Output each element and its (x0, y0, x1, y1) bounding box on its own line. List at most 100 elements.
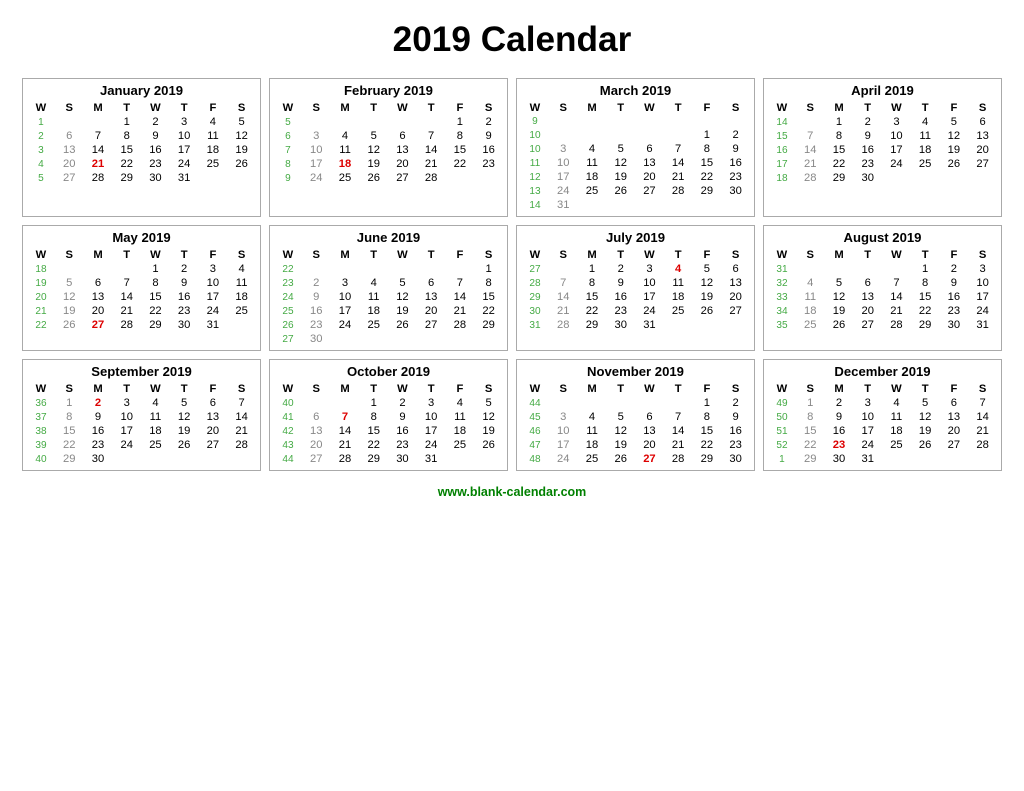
day-cell: 17 (417, 424, 446, 438)
day-cell: 28 (331, 452, 360, 466)
day-cell: 10 (549, 424, 578, 438)
day-cell: 2 (853, 115, 882, 129)
day-cell: 19 (359, 157, 388, 171)
week-number: 32 (768, 276, 796, 290)
day-cell: 22 (55, 438, 84, 452)
week-number: 14 (521, 198, 549, 212)
day-cell: 28 (664, 452, 693, 466)
day-cell: 3 (635, 262, 664, 276)
day-cell: 24 (331, 318, 360, 332)
day-header: T (911, 382, 940, 396)
day-cell: 6 (968, 115, 997, 129)
day-header: M (331, 101, 360, 115)
day-cell: 25 (578, 452, 607, 466)
day-cell: 27 (199, 438, 228, 452)
day-header: W (388, 382, 417, 396)
day-cell (549, 262, 578, 276)
day-cell: 26 (825, 318, 854, 332)
day-cell (911, 452, 940, 466)
day-cell: 12 (606, 424, 635, 438)
week-number: 1 (27, 115, 55, 129)
day-cell: 10 (549, 156, 578, 170)
day-header: S (55, 248, 84, 262)
day-cell: 17 (549, 170, 578, 184)
day-cell: 1 (55, 396, 84, 410)
day-cell: 9 (825, 410, 854, 424)
day-cell: 1 (693, 396, 722, 410)
day-cell: 22 (474, 304, 503, 318)
day-cell: 16 (940, 290, 969, 304)
day-cell (549, 128, 578, 142)
day-cell: 4 (227, 262, 256, 276)
day-cell: 1 (112, 115, 141, 129)
day-cell: 7 (549, 276, 578, 290)
day-cell: 11 (359, 290, 388, 304)
week-number: 27 (274, 332, 302, 346)
week-number: 33 (768, 290, 796, 304)
day-cell: 13 (417, 290, 446, 304)
day-cell: 28 (84, 171, 113, 185)
day-cell: 26 (227, 157, 256, 171)
day-cell: 29 (359, 452, 388, 466)
day-cell (882, 171, 911, 185)
day-cell (84, 262, 113, 276)
month-block: May 2019WSMTWTFS181234195678910112012131… (22, 225, 261, 351)
day-cell: 28 (549, 318, 578, 332)
day-cell: 24 (635, 304, 664, 318)
day-cell: 13 (968, 129, 997, 143)
day-cell (721, 198, 750, 212)
day-header: F (446, 101, 475, 115)
day-cell (331, 396, 360, 410)
day-header: W (882, 382, 911, 396)
day-cell: 4 (882, 396, 911, 410)
week-number: 31 (768, 262, 796, 276)
day-cell (968, 171, 997, 185)
day-cell: 23 (940, 304, 969, 318)
week-number: 2 (27, 129, 55, 143)
day-cell: 28 (882, 318, 911, 332)
day-cell: 7 (882, 276, 911, 290)
day-cell: 7 (84, 129, 113, 143)
day-cell: 1 (359, 396, 388, 410)
day-cell: 2 (825, 396, 854, 410)
day-cell (664, 396, 693, 410)
day-cell: 13 (302, 424, 331, 438)
day-cell: 17 (199, 290, 228, 304)
day-cell: 4 (911, 115, 940, 129)
day-cell: 16 (825, 424, 854, 438)
day-cell: 17 (853, 424, 882, 438)
day-cell: 15 (112, 143, 141, 157)
day-cell: 3 (199, 262, 228, 276)
day-cell: 22 (796, 438, 825, 452)
day-header: W (274, 248, 302, 262)
day-cell (940, 171, 969, 185)
day-cell: 20 (721, 290, 750, 304)
day-cell: 29 (112, 171, 141, 185)
day-cell (388, 115, 417, 129)
day-cell (474, 452, 503, 466)
day-cell: 28 (112, 318, 141, 332)
day-header: S (549, 248, 578, 262)
week-number: 49 (768, 396, 796, 410)
day-header: F (693, 248, 722, 262)
day-header: S (796, 248, 825, 262)
day-cell: 18 (796, 304, 825, 318)
week-number: 26 (274, 318, 302, 332)
day-cell: 6 (635, 142, 664, 156)
day-header: M (578, 101, 607, 115)
month-block: January 2019WSMTWTFS11234526789101112313… (22, 78, 261, 217)
day-header: S (227, 382, 256, 396)
day-cell (417, 262, 446, 276)
day-cell (940, 452, 969, 466)
day-cell: 27 (635, 184, 664, 198)
day-cell: 15 (141, 290, 170, 304)
day-cell: 19 (940, 143, 969, 157)
day-cell: 3 (549, 410, 578, 424)
day-cell: 26 (911, 438, 940, 452)
day-cell: 18 (359, 304, 388, 318)
month-title: April 2019 (768, 83, 997, 98)
day-cell (825, 262, 854, 276)
week-number: 23 (274, 276, 302, 290)
day-header: T (606, 101, 635, 115)
day-cell: 2 (170, 262, 199, 276)
